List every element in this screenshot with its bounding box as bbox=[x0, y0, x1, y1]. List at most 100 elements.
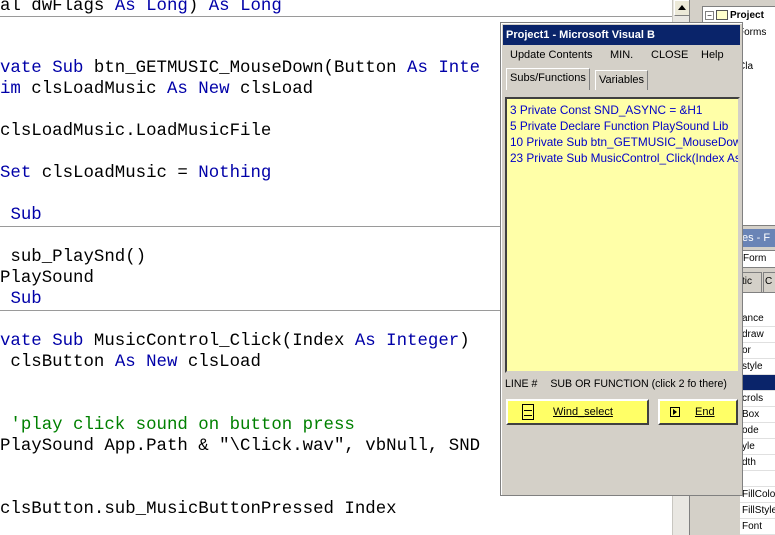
code-line-6[interactable]: Sub bbox=[0, 205, 42, 226]
addin-menubar: Update Contents MIN. CLOSE Help bbox=[503, 45, 740, 65]
code-line-1[interactable]: al dwFlags As Long) As Long bbox=[0, 0, 282, 17]
keyword: Sub bbox=[10, 206, 42, 225]
code-line-2[interactable]: vate Sub btn_GETMUSIC_MouseDown(Button A… bbox=[0, 58, 480, 79]
code-token: clsButton bbox=[0, 353, 115, 372]
property-row[interactable] bbox=[740, 471, 775, 487]
wind-select-button[interactable]: Wind_select bbox=[506, 399, 649, 425]
keyword: Set bbox=[0, 164, 32, 183]
code-line-12[interactable]: 'play click sound on button press bbox=[0, 415, 355, 436]
keyword: Long bbox=[240, 0, 282, 16]
code-token: clsLoadMusic = bbox=[31, 164, 199, 183]
project-icon bbox=[716, 10, 728, 21]
property-row[interactable]: or bbox=[740, 343, 775, 359]
code-line-13[interactable]: PlaySound App.Path & "\Click.wav", vbNul… bbox=[0, 436, 480, 457]
object-selector-combo[interactable]: Form bbox=[740, 250, 775, 268]
menu-close[interactable]: CLOSE bbox=[651, 45, 688, 65]
keyword: Inte bbox=[427, 59, 481, 78]
keyword: Sub bbox=[52, 59, 84, 78]
code-line-4[interactable]: clsLoadMusic.LoadMusicFile bbox=[0, 121, 271, 142]
property-row[interactable]: FillStyle bbox=[740, 503, 775, 519]
button-label: Wind_select bbox=[553, 406, 613, 418]
scroll-up-arrow-icon[interactable] bbox=[674, 0, 690, 16]
code-token: clsButton.sub_MusicButtonPressed Index bbox=[0, 500, 397, 519]
list-column-caption: LINE # SUB OR FUNCTION (click 2 fo there… bbox=[505, 376, 740, 392]
property-row[interactable]: ance bbox=[740, 311, 775, 327]
property-row[interactable]: style bbox=[740, 359, 775, 375]
code-token: MusicControl_Click(Index bbox=[83, 332, 355, 351]
code-token: al dwFlags bbox=[0, 0, 115, 16]
window-select-icon bbox=[522, 404, 534, 420]
comment-text: 'play click sound on button press bbox=[0, 416, 355, 435]
keyword: As bbox=[114, 0, 136, 16]
keyword: Nothing bbox=[198, 164, 272, 183]
tree-label: Project bbox=[730, 10, 764, 21]
list-item[interactable]: 10 Private Sub btn_GETMUSIC_MouseDown bbox=[507, 134, 738, 150]
keyword: vate bbox=[0, 332, 53, 351]
property-row[interactable]: ode bbox=[740, 423, 775, 439]
property-row-selected[interactable] bbox=[740, 375, 775, 391]
properties-tabs: tic C bbox=[740, 270, 775, 292]
keyword: Long bbox=[146, 0, 188, 16]
keyword: Integer bbox=[386, 332, 460, 351]
code-token: btn_GETMUSIC_MouseDown(Button bbox=[83, 59, 408, 78]
collapse-toggle-icon[interactable]: − bbox=[705, 10, 714, 20]
list-item[interactable]: 23 Private Sub MusicControl_Click(Index … bbox=[507, 150, 738, 166]
property-row[interactable]: dth bbox=[740, 455, 775, 471]
code-line-14[interactable]: clsButton.sub_MusicButtonPressed Index bbox=[0, 499, 397, 520]
property-row[interactable]: FillColor bbox=[740, 487, 775, 503]
caption-sub-or-function: SUB OR FUNCTION (click 2 fo there) bbox=[550, 378, 727, 390]
tab-categorized[interactable]: C bbox=[763, 272, 775, 292]
keyword: As bbox=[114, 353, 136, 372]
property-row[interactable]: yle bbox=[740, 439, 775, 455]
keyword: As bbox=[166, 80, 188, 99]
code-line-9[interactable]: Sub bbox=[0, 289, 42, 310]
code-token: ) bbox=[187, 0, 209, 16]
code-token: clsLoadMusic bbox=[20, 80, 167, 99]
property-grid[interactable]: ance draw or style crols Box ode yle dth… bbox=[740, 292, 775, 535]
menu-update-contents[interactable]: Update Contents bbox=[510, 45, 593, 65]
tree-item-project[interactable]: − Project bbox=[705, 9, 764, 23]
keyword: im bbox=[0, 80, 21, 99]
keyword: As bbox=[354, 332, 376, 351]
tab-subs-functions[interactable]: Subs/Functions bbox=[506, 68, 590, 90]
code-line-11[interactable]: clsButton As New clsLoad bbox=[0, 352, 261, 373]
property-row[interactable]: draw bbox=[740, 327, 775, 343]
keyword: Sub bbox=[52, 332, 84, 351]
code-line-3[interactable]: im clsLoadMusic As New clsLoad bbox=[0, 79, 313, 100]
menu-min[interactable]: MIN. bbox=[610, 45, 633, 65]
procedure-listbox[interactable]: 3 Private Const SND_ASYNC = &H1 5 Privat… bbox=[505, 97, 740, 373]
code-line-5[interactable]: Set clsLoadMusic = Nothing bbox=[0, 163, 271, 184]
tab-alphabetic[interactable]: tic bbox=[740, 272, 762, 292]
procedure-separator bbox=[0, 16, 700, 17]
list-item[interactable]: 5 Private Declare Function PlaySound Lib bbox=[507, 118, 738, 134]
list-item[interactable]: 3 Private Const SND_ASYNC = &H1 bbox=[507, 102, 738, 118]
addin-window-title[interactable]: Project1 - Microsoft Visual B bbox=[503, 25, 740, 45]
caption-line-number: LINE # bbox=[505, 378, 538, 390]
addin-tabs: Subs/Functions Variables bbox=[505, 68, 740, 90]
code-line-8[interactable]: PlaySound bbox=[0, 268, 94, 289]
stop-icon bbox=[670, 407, 680, 417]
addin-window[interactable]: Project1 - Microsoft Visual B Update Con… bbox=[500, 22, 743, 496]
code-line-7[interactable]: sub_PlaySnd() bbox=[0, 247, 146, 268]
code-token: clsLoad bbox=[177, 353, 261, 372]
keyword: Sub bbox=[10, 290, 42, 309]
property-row[interactable]: crols bbox=[740, 391, 775, 407]
keyword: As bbox=[407, 59, 428, 78]
properties-window-title[interactable]: es - F bbox=[740, 229, 775, 247]
property-row[interactable]: Box bbox=[740, 407, 775, 423]
tab-variables[interactable]: Variables bbox=[595, 70, 649, 90]
menu-help[interactable]: Help bbox=[701, 45, 724, 65]
property-row[interactable]: Font bbox=[740, 519, 775, 535]
code-line-10[interactable]: vate Sub MusicControl_Click(Index As Int… bbox=[0, 331, 470, 352]
button-label: End bbox=[695, 406, 715, 418]
keyword: As bbox=[208, 0, 230, 16]
code-token: clsLoadMusic.LoadMusicFile bbox=[0, 122, 272, 141]
end-button[interactable]: End bbox=[658, 399, 738, 425]
keyword: New bbox=[198, 80, 230, 99]
keyword: New bbox=[146, 353, 178, 372]
